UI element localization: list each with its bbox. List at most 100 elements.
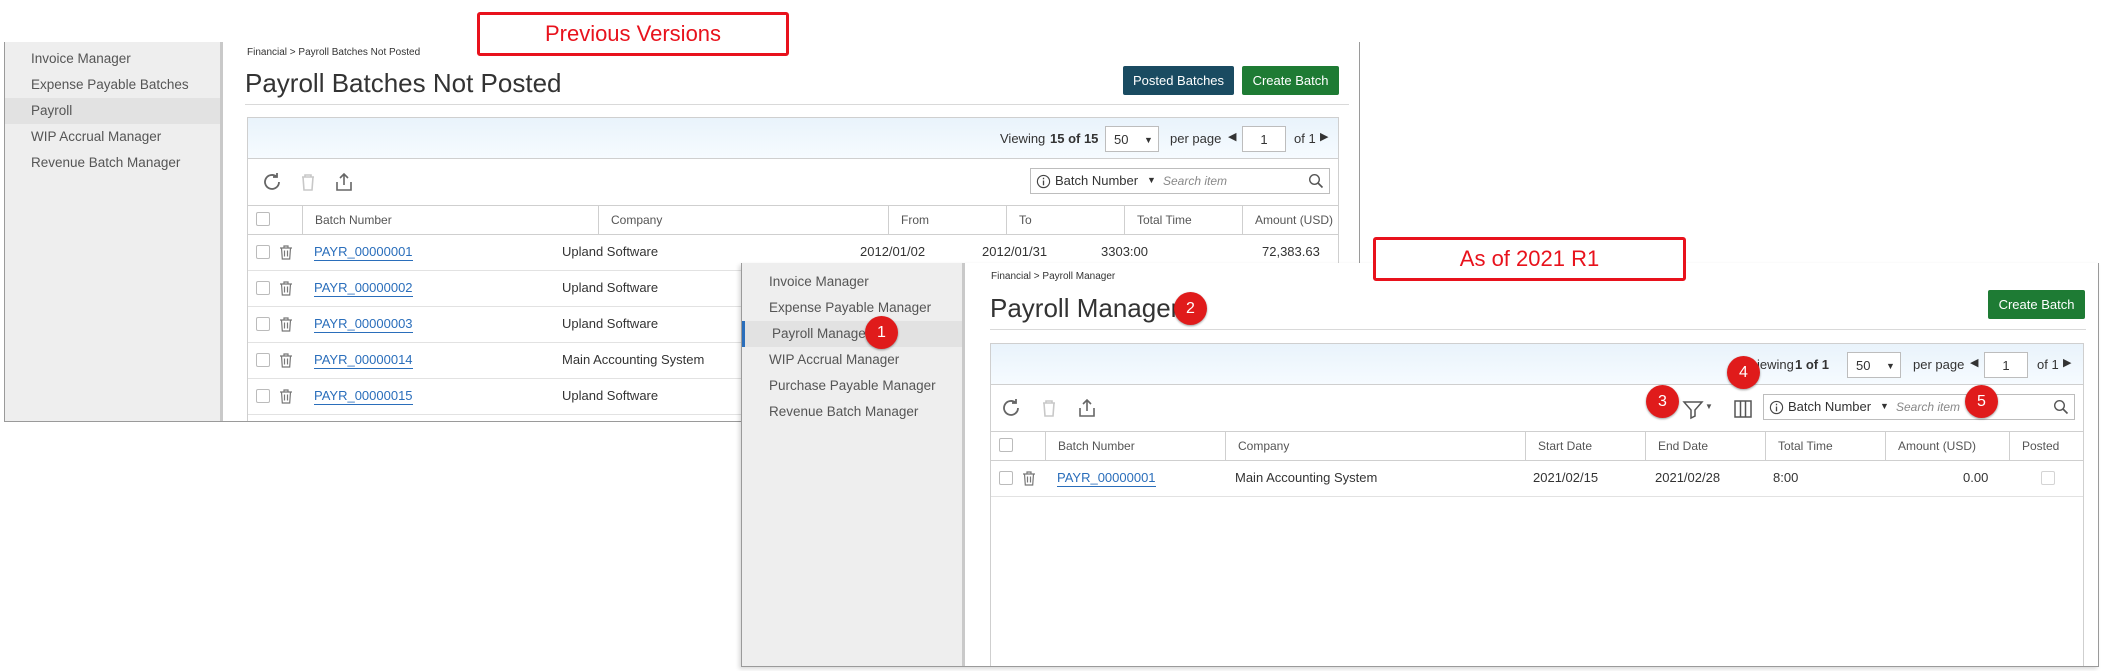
new-page-title: Payroll Manager — [990, 293, 1180, 323]
new-search-box[interactable]: Batch Number ▼ Search item — [1763, 394, 2075, 420]
company-cell: Upland Software — [562, 388, 659, 403]
old-col-from[interactable]: From — [888, 206, 1006, 234]
batch-link[interactable]: PAYR_00000015 — [314, 388, 413, 405]
new-per-page-select[interactable]: 50 ▼ — [1847, 352, 1901, 378]
old-per-page-label: per page — [1170, 131, 1222, 146]
new-create-batch-button[interactable]: Create Batch — [1988, 290, 2085, 319]
new-search-criteria[interactable]: Batch Number — [1788, 399, 1871, 414]
new-viewing-label: iewing — [1757, 357, 1794, 372]
new-col-total-time[interactable]: Total Time — [1765, 432, 1885, 460]
select-all-checkbox[interactable] — [999, 438, 1013, 452]
trash-icon[interactable] — [278, 352, 294, 369]
old-search-box[interactable]: Batch Number ▼ Search item — [1030, 168, 1330, 194]
old-table-header: Batch Number Company From To Total Time … — [248, 205, 1338, 235]
badge-2: 2 — [1174, 292, 1207, 325]
search-icon[interactable] — [1308, 173, 1324, 189]
new-batches-grid: iewing 1 of 1 50 ▼ per page ◀ 1 of 1 ▶ ▼… — [990, 343, 2084, 666]
batch-link[interactable]: PAYR_00000001 — [1057, 470, 1156, 487]
new-col-posted[interactable]: Posted — [2009, 432, 2083, 460]
next-page-icon[interactable]: ▶ — [1320, 130, 1328, 143]
old-create-batch-button[interactable]: Create Batch — [1242, 66, 1339, 95]
new-page-input[interactable]: 1 — [1984, 352, 2028, 378]
row-checkbox[interactable] — [256, 353, 270, 367]
old-sidebar-item-revenue-batch-manager[interactable]: Revenue Batch Manager — [5, 150, 220, 176]
new-col-company[interactable]: Company — [1225, 432, 1525, 460]
export-icon[interactable] — [1075, 396, 1099, 420]
refresh-icon[interactable] — [260, 170, 284, 194]
new-pager: iewing 1 of 1 50 ▼ per page ◀ 1 of 1 ▶ — [991, 344, 2083, 385]
new-sidebar-item-invoice-manager[interactable]: Invoice Manager — [742, 269, 962, 295]
old-per-page-select[interactable]: 50 ▼ — [1105, 126, 1159, 152]
old-sidebar-item-wip-accrual-manager[interactable]: WIP Accrual Manager — [5, 124, 220, 150]
export-icon[interactable] — [332, 170, 356, 194]
new-title-divider — [990, 329, 2086, 330]
trash-icon[interactable] — [278, 280, 294, 297]
chevron-down-icon[interactable]: ▼ — [1705, 402, 1713, 411]
old-search-criteria[interactable]: Batch Number — [1055, 173, 1138, 188]
batch-link[interactable]: PAYR_00000002 — [314, 280, 413, 297]
current-version-screenshot: Invoice Manager Expense Payable Manager … — [741, 263, 2099, 667]
amount-cell: 0.00 — [1963, 470, 1989, 485]
end-date-cell: 2021/02/28 — [1655, 470, 1721, 485]
company-cell: Upland Software — [562, 244, 659, 259]
old-col-to[interactable]: To — [1006, 206, 1124, 234]
trash-icon — [1043, 400, 1055, 417]
new-col-start-date[interactable]: Start Date — [1525, 432, 1645, 460]
new-sidebar-item-revenue-batch-manager[interactable]: Revenue Batch Manager — [742, 399, 962, 425]
batch-link[interactable]: PAYR_00000003 — [314, 316, 413, 333]
old-col-total-time[interactable]: Total Time — [1124, 206, 1242, 234]
posted-batches-button[interactable]: Posted Batches — [1123, 66, 1234, 95]
next-page-icon[interactable]: ▶ — [2063, 356, 2071, 369]
new-col-end-date[interactable]: End Date — [1645, 432, 1765, 460]
trash-icon[interactable] — [1021, 470, 1037, 487]
new-col-amount[interactable]: Amount (USD) — [1885, 432, 2009, 460]
badge-4: 4 — [1727, 356, 1760, 389]
new-sidebar-item-expense-payable-manager[interactable]: Expense Payable Manager — [742, 295, 962, 321]
chevron-down-icon: ▼ — [1886, 361, 1895, 371]
prev-page-icon[interactable]: ◀ — [1970, 356, 1978, 369]
trash-icon — [302, 174, 314, 191]
trash-icon[interactable] — [278, 316, 294, 333]
old-title-divider — [245, 104, 1349, 105]
row-checkbox[interactable] — [256, 389, 270, 403]
old-col-amount[interactable]: Amount (USD) — [1242, 206, 1338, 234]
old-page-input[interactable]: 1 — [1242, 126, 1286, 152]
columns-icon[interactable] — [1731, 397, 1755, 421]
old-sidebar-item-expense-payable-batches[interactable]: Expense Payable Batches — [5, 72, 220, 98]
row-checkbox[interactable] — [256, 281, 270, 295]
new-sidebar-item-wip-accrual-manager[interactable]: WIP Accrual Manager — [742, 347, 962, 373]
row-checkbox[interactable] — [256, 317, 270, 331]
trash-icon[interactable] — [278, 244, 294, 261]
chevron-down-icon[interactable]: ▼ — [1147, 175, 1156, 185]
trash-icon[interactable] — [278, 388, 294, 405]
new-sidebar-item-payroll-manager[interactable]: Payroll Manager — [742, 321, 962, 347]
old-sidebar-item-payroll[interactable]: Payroll — [5, 98, 220, 124]
select-all-checkbox[interactable] — [256, 212, 270, 226]
new-table-header: Batch Number Company Start Date End Date… — [991, 431, 2083, 461]
chevron-down-icon[interactable]: ▼ — [1880, 401, 1889, 411]
company-cell: Main Accounting System — [1235, 470, 1378, 485]
badge-1: 1 — [865, 316, 898, 349]
badge-3: 3 — [1646, 385, 1679, 418]
old-col-company[interactable]: Company — [598, 206, 888, 234]
filter-icon[interactable] — [1681, 397, 1705, 421]
new-viewing-count: 1 of 1 — [1795, 357, 1829, 372]
info-icon — [1036, 174, 1051, 189]
old-sidebar-item-invoice-manager[interactable]: Invoice Manager — [5, 46, 220, 72]
batch-link[interactable]: PAYR_00000001 — [314, 244, 413, 261]
batch-link[interactable]: PAYR_00000014 — [314, 352, 413, 369]
as-of-2021-r1-callout: As of 2021 R1 — [1373, 237, 1686, 281]
new-sidebar-item-purchase-payable-manager[interactable]: Purchase Payable Manager — [742, 373, 962, 399]
row-checkbox[interactable] — [999, 471, 1013, 485]
table-row: PAYR_00000001 Main Accounting System 202… — [991, 460, 2083, 497]
refresh-icon[interactable] — [999, 396, 1023, 420]
new-sidebar: Invoice Manager Expense Payable Manager … — [742, 263, 965, 666]
old-viewing-label: Viewing — [1000, 131, 1046, 146]
old-page-of: of 1 — [1294, 131, 1316, 146]
old-col-batch-number[interactable]: Batch Number — [302, 206, 598, 234]
row-checkbox[interactable] — [256, 245, 270, 259]
search-icon[interactable] — [2053, 399, 2069, 415]
new-breadcrumb: Financial > Payroll Manager — [991, 271, 1116, 282]
start-date-cell: 2021/02/15 — [1533, 470, 1599, 485]
prev-page-icon[interactable]: ◀ — [1228, 130, 1236, 143]
